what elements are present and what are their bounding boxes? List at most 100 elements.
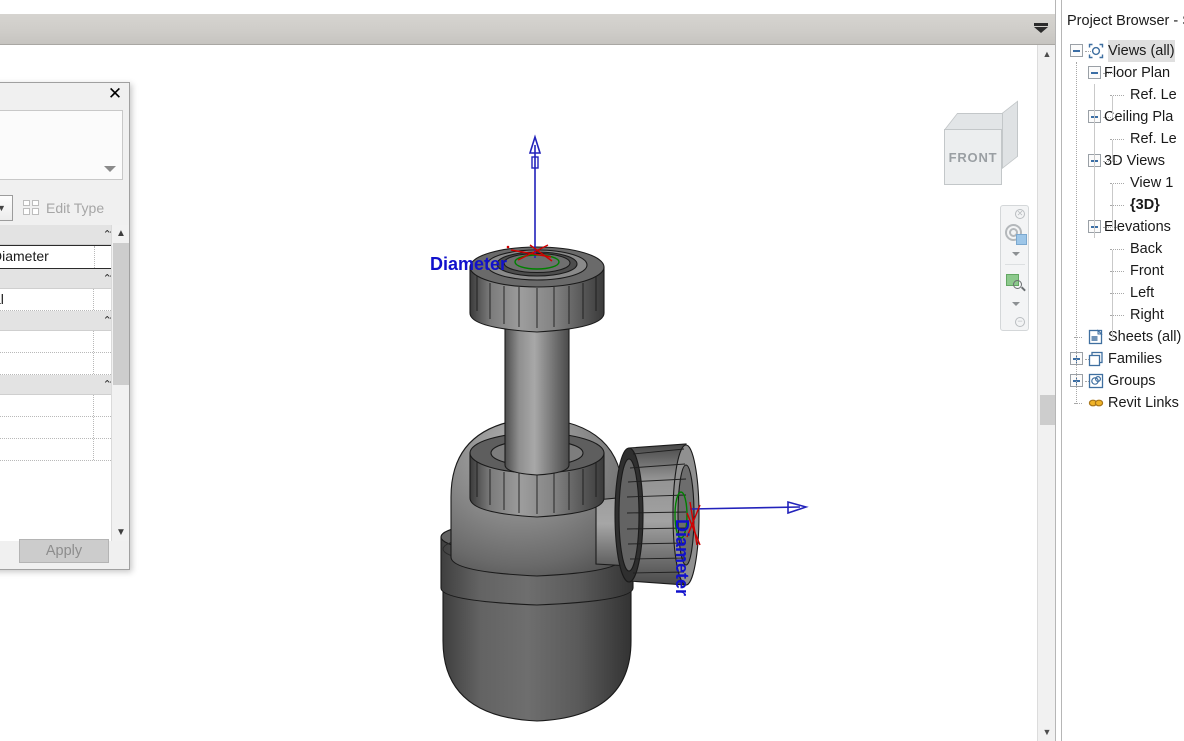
- scroll-down-icon[interactable]: ▼: [1038, 723, 1056, 741]
- tree-item-label: Ceiling Pla: [1104, 109, 1174, 125]
- properties-header: ✕: [0, 83, 129, 109]
- scrollbar-thumb[interactable]: [1040, 395, 1055, 425]
- navbar-divider: [1005, 264, 1025, 265]
- close-icon[interactable]: ✕: [106, 86, 124, 104]
- properties-column-splitter[interactable]: [94, 246, 95, 268]
- panel-splitter[interactable]: [1055, 0, 1062, 741]
- tree-item-label: Revit Links: [1108, 395, 1179, 411]
- collapse-icon[interactable]: [1070, 44, 1083, 57]
- properties-section-header[interactable]: ⌃⌃: [0, 311, 129, 331]
- project-browser-tree[interactable]: Views (all) Floor Plan Ref. Le Ceiling Pla R…: [1062, 40, 1184, 414]
- tree-item-back[interactable]: Back: [1062, 238, 1184, 260]
- tree-item-families[interactable]: Families: [1062, 348, 1184, 370]
- tree-guide: [1112, 140, 1113, 162]
- properties-column-splitter[interactable]: [93, 353, 94, 374]
- chevron-down-icon[interactable]: ▼: [0, 196, 12, 220]
- edit-type-label: Edit Type: [46, 200, 105, 216]
- properties-value[interactable]: Diameter: [0, 248, 49, 264]
- tree-item-3d[interactable]: {3D}: [1062, 194, 1184, 216]
- type-selector-combobox[interactable]: ▼: [0, 195, 13, 221]
- tree-item-revit-links[interactable]: Revit Links: [1062, 392, 1184, 414]
- properties-section-header[interactable]: ⌃⌃: [0, 375, 129, 395]
- tree-item-label: Front: [1130, 263, 1164, 279]
- type-preview-chevron-down-icon[interactable]: [102, 161, 118, 175]
- apply-button[interactable]: Apply: [19, 539, 109, 563]
- tree-item-label: Ref. Le: [1130, 87, 1177, 103]
- properties-column-splitter[interactable]: [93, 395, 94, 416]
- properties-palette: ✕ ▼ Edit Type ⌃⌃ Diameter ⌃⌃ al ⌃⌃ ⌃⌃ ▲ ▼ App…: [0, 82, 130, 570]
- model-graphics: [440, 134, 809, 722]
- properties-grid[interactable]: ⌃⌃ Diameter ⌃⌃ al ⌃⌃ ⌃⌃: [0, 225, 129, 541]
- view-cube-front-face[interactable]: FRONT: [944, 129, 1002, 185]
- properties-row[interactable]: [0, 353, 129, 375]
- sheets-icon: [1088, 329, 1104, 345]
- drawing-canvas[interactable]: Diameter Diameter FRONT ✕ −: [0, 45, 1037, 741]
- properties-section-header[interactable]: ⌃⌃: [0, 225, 129, 245]
- collapse-icon[interactable]: [1088, 66, 1101, 79]
- tree-item-groups[interactable]: Groups: [1062, 370, 1184, 392]
- tree-item-label: View 1: [1130, 175, 1174, 191]
- groups-icon: [1088, 373, 1104, 389]
- tree-item-ceiling-pla[interactable]: Ceiling Pla: [1062, 106, 1184, 128]
- tree-item-label: Elevations: [1104, 219, 1171, 235]
- tree-item-floor-plan[interactable]: Floor Plan: [1062, 62, 1184, 84]
- scroll-up-icon[interactable]: ▲: [1038, 45, 1056, 63]
- tree-item-elevations[interactable]: Elevations: [1062, 216, 1184, 238]
- views-icon: [1088, 43, 1104, 59]
- tree-item-3d-views[interactable]: 3D Views: [1062, 150, 1184, 172]
- tree-item-right[interactable]: Right: [1062, 304, 1184, 326]
- families-icon: [1088, 351, 1104, 367]
- top-white-strip: [0, 0, 1055, 14]
- scrollbar-thumb[interactable]: [113, 243, 129, 385]
- properties-value[interactable]: al: [0, 291, 4, 307]
- properties-column-splitter[interactable]: [93, 417, 94, 438]
- tree-item-front[interactable]: Front: [1062, 260, 1184, 282]
- tree-item-label: Sheets (all): [1108, 329, 1182, 345]
- type-preview-box[interactable]: [0, 110, 123, 180]
- view-cube[interactable]: FRONT: [930, 100, 1026, 203]
- tree-guide: [1112, 184, 1113, 228]
- steering-wheel-chevron-down-icon[interactable]: [1012, 252, 1020, 256]
- edit-type-button[interactable]: Edit Type: [19, 195, 125, 221]
- tree-item-views-all[interactable]: Views (all): [1062, 40, 1184, 62]
- tree-item-view-1[interactable]: View 1: [1062, 172, 1184, 194]
- properties-row[interactable]: al: [0, 289, 129, 311]
- tree-item-label: Left: [1130, 285, 1155, 301]
- apply-row: Apply: [0, 537, 129, 567]
- zoom-region-icon[interactable]: [1006, 274, 1026, 294]
- minimize-circle-icon[interactable]: −: [1015, 317, 1025, 327]
- tree-item-label: Families: [1108, 351, 1162, 367]
- canvas-vertical-scrollbar[interactable]: ▲ ▼: [1037, 45, 1055, 741]
- tree-guide: [1076, 62, 1077, 404]
- application-window: Diameter Diameter FRONT ✕ − ▲ ▼ Project …: [0, 0, 1184, 741]
- properties-row[interactable]: [0, 439, 129, 461]
- tree-item-ref-le[interactable]: Ref. Le: [1062, 128, 1184, 150]
- close-circle-icon[interactable]: ✕: [1015, 209, 1025, 219]
- scroll-up-icon[interactable]: ▲: [112, 225, 130, 242]
- tree-item-label: Back: [1130, 241, 1163, 257]
- tree-item-ref-le[interactable]: Ref. Le: [1062, 84, 1184, 106]
- top-connector-diameter-label[interactable]: Diameter: [430, 254, 507, 275]
- project-browser-title: Project Browser - S: [1067, 13, 1184, 29]
- zoom-chevron-down-icon[interactable]: [1012, 302, 1020, 306]
- tree-guide: [1112, 250, 1113, 338]
- properties-column-splitter[interactable]: [93, 331, 94, 352]
- tree-item-sheets-all[interactable]: Sheets (all): [1062, 326, 1184, 348]
- options-dropdown-icon[interactable]: [1034, 23, 1048, 36]
- tree-item-label: Views (all): [1108, 40, 1175, 62]
- tree-item-label: Right: [1130, 307, 1164, 323]
- properties-row[interactable]: [0, 395, 129, 417]
- properties-section-header[interactable]: ⌃⌃: [0, 269, 129, 289]
- tree-item-left[interactable]: Left: [1062, 282, 1184, 304]
- properties-grid-scrollbar[interactable]: ▲ ▼: [111, 225, 129, 541]
- properties-column-splitter[interactable]: [93, 289, 94, 310]
- properties-row-selected[interactable]: Diameter: [0, 245, 129, 269]
- options-bar: [0, 14, 1055, 45]
- view-cube-right-face[interactable]: [1002, 100, 1018, 169]
- properties-row[interactable]: [0, 331, 129, 353]
- right-connector-diameter-label[interactable]: Diameter: [671, 519, 692, 596]
- steering-wheel-icon[interactable]: [1005, 224, 1027, 246]
- tree-guide: [1094, 84, 1095, 238]
- properties-row[interactable]: [0, 417, 129, 439]
- properties-column-splitter[interactable]: [93, 439, 94, 460]
